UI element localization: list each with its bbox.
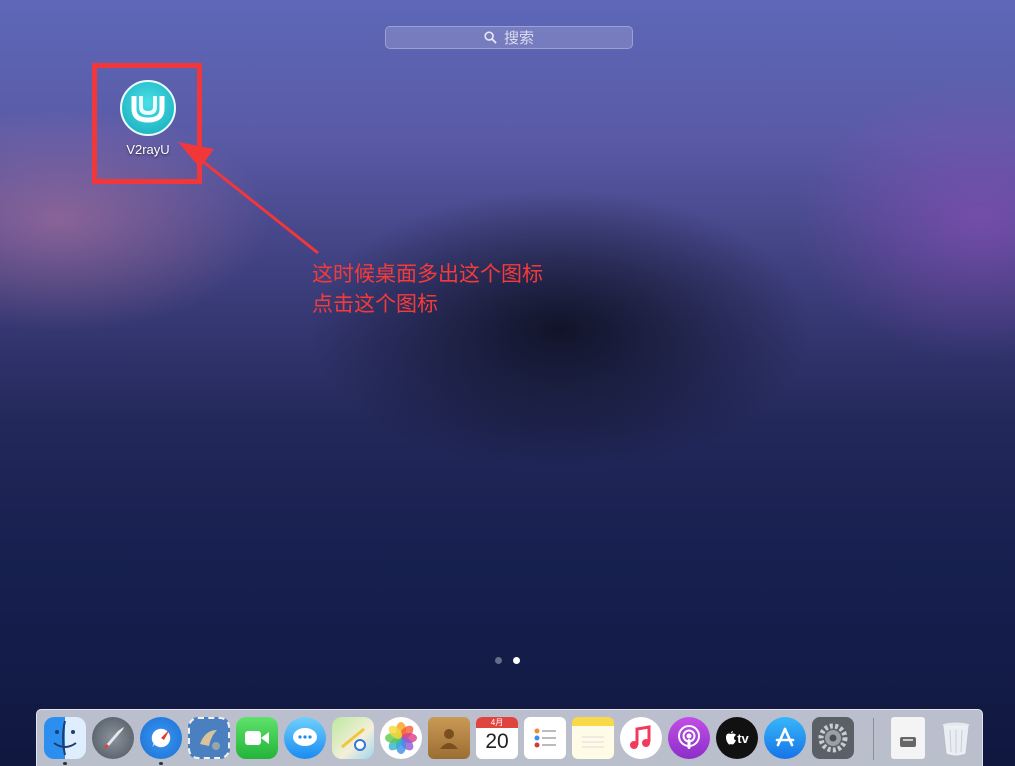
page-dot-2[interactable]: [513, 657, 520, 664]
running-indicator: [159, 762, 163, 765]
reminders-icon[interactable]: [524, 717, 566, 759]
dock-separator: [873, 718, 874, 760]
annotation-arrow: [178, 142, 319, 255]
downloads-icon[interactable]: [891, 717, 925, 759]
contacts-icon[interactable]: [428, 717, 470, 759]
mail-icon[interactable]: [188, 717, 230, 759]
annotation-line-2: 点击这个图标: [312, 292, 438, 316]
calendar-month: 4月: [476, 717, 518, 728]
finder-icon[interactable]: [44, 717, 86, 759]
photos-icon[interactable]: [380, 717, 422, 759]
page-indicator: [495, 657, 520, 664]
podcasts-icon[interactable]: [668, 717, 710, 759]
running-indicator: [63, 762, 67, 765]
apple-tv-label: tv: [737, 730, 749, 746]
app-store-icon[interactable]: [764, 717, 806, 759]
safari-icon[interactable]: [140, 717, 182, 759]
launchpad-icon[interactable]: [92, 717, 134, 759]
page-dot-1[interactable]: [495, 657, 502, 664]
system-preferences-icon[interactable]: [812, 717, 854, 759]
messages-icon[interactable]: [284, 717, 326, 759]
annotation-text: 这时候桌面多出这个图标 点击这个图标: [312, 259, 543, 319]
calendar-icon[interactable]: 4月 20: [476, 717, 518, 759]
notes-icon[interactable]: [572, 717, 614, 759]
maps-icon[interactable]: [332, 717, 374, 759]
apple-tv-icon[interactable]: tv: [716, 717, 758, 759]
calendar-day: 20: [485, 730, 509, 753]
facetime-icon[interactable]: [236, 717, 278, 759]
apple-logo-icon: [726, 731, 737, 745]
trash-icon[interactable]: [935, 717, 977, 759]
music-icon[interactable]: [620, 717, 662, 759]
dock: 4月 20 tv: [36, 709, 983, 766]
annotation-line-1: 这时候桌面多出这个图标: [312, 262, 543, 286]
